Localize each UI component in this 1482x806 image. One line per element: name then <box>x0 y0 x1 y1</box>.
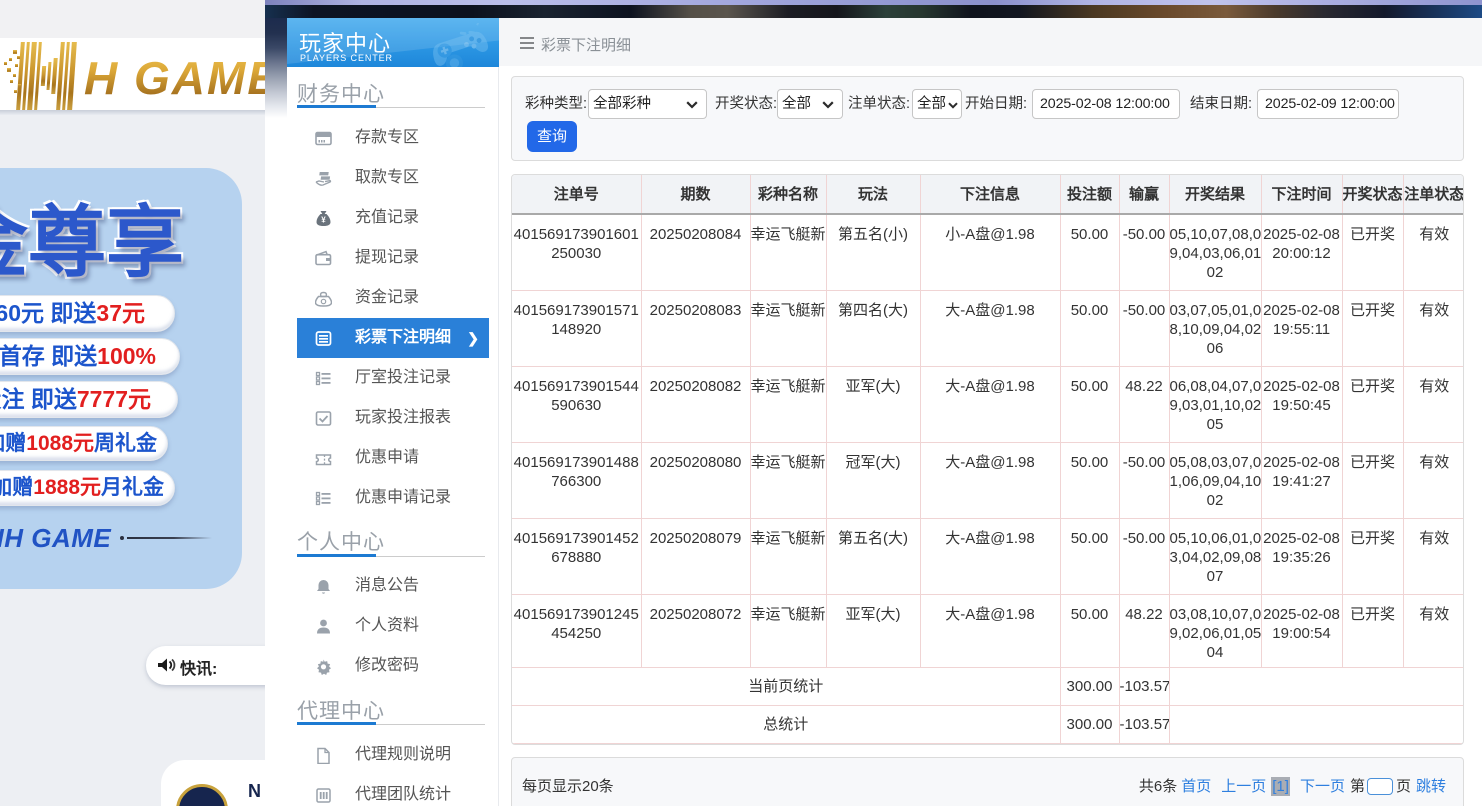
svg-text:¥: ¥ <box>321 216 326 225</box>
svg-text:H GAME: H GAME <box>84 52 265 104</box>
